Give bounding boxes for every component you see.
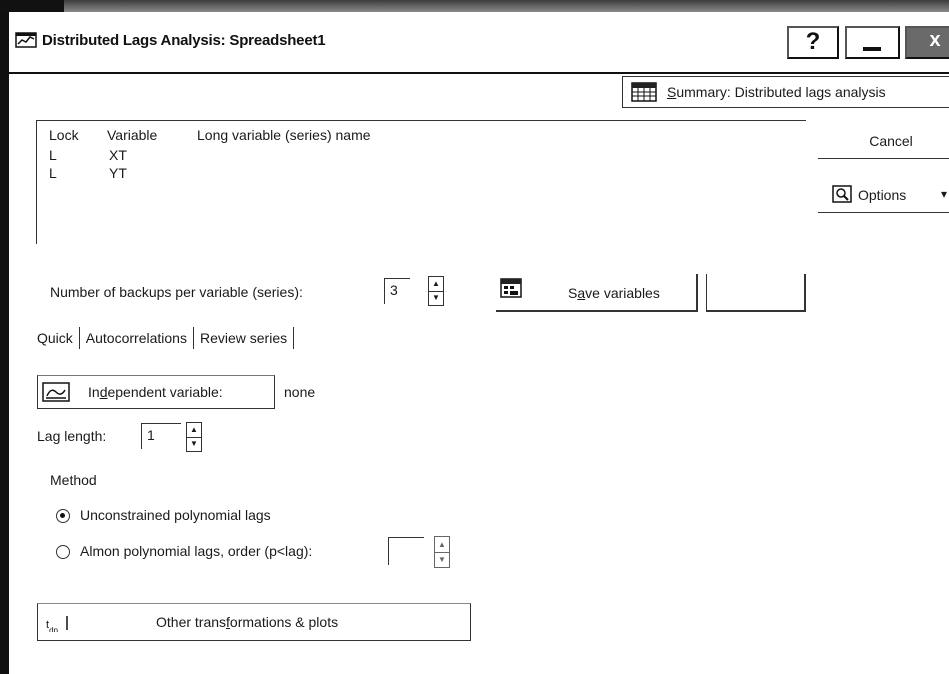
save-variables-button[interactable]: Save variables bbox=[496, 274, 698, 312]
variables-icon bbox=[42, 382, 70, 402]
spinner-up-icon[interactable]: ▲ bbox=[435, 537, 449, 553]
backups-spinner[interactable]: ▲ ▼ bbox=[428, 276, 444, 306]
spinner-up-icon[interactable]: ▲ bbox=[429, 277, 443, 292]
tab-strip: Quick Autocorrelations Review series bbox=[37, 326, 295, 350]
minimize-button[interactable] bbox=[845, 26, 900, 59]
independent-variable-button[interactable]: Independent variable: bbox=[37, 375, 275, 409]
save-variables-label: Save variables bbox=[568, 285, 660, 301]
backups-label: Number of backups per variable (series): bbox=[50, 284, 303, 300]
spinner-down-icon[interactable]: ▼ bbox=[435, 552, 449, 567]
summary-button-label: Summary: Distributed lags analysis bbox=[667, 84, 886, 100]
dialog-screen: Distributed Lags Analysis: Spreadsheet1 … bbox=[0, 0, 949, 674]
almon-order-input[interactable] bbox=[388, 537, 424, 565]
blank-button[interactable] bbox=[706, 274, 806, 312]
method-label: Method bbox=[50, 472, 97, 488]
column-header-long-name: Long variable (series) name bbox=[197, 127, 371, 143]
title-bar[interactable]: Distributed Lags Analysis: Spreadsheet1 … bbox=[9, 12, 949, 74]
row-2-lock[interactable]: L bbox=[49, 165, 57, 181]
almon-radio[interactable] bbox=[56, 545, 70, 559]
close-button[interactable]: x bbox=[905, 26, 949, 59]
help-button[interactable]: ? bbox=[787, 26, 839, 59]
app-icon bbox=[15, 32, 37, 48]
spreadsheet-icon bbox=[631, 82, 657, 102]
spinner-down-icon[interactable]: ▼ bbox=[187, 437, 201, 451]
row-2-variable[interactable]: YT bbox=[109, 165, 127, 181]
column-header-lock: Lock bbox=[49, 127, 79, 143]
minimize-icon bbox=[863, 47, 881, 51]
options-button[interactable]: Options ▾ bbox=[818, 179, 949, 213]
options-magnifier-icon bbox=[832, 185, 852, 203]
other-transformations-button[interactable]: tdp Other transformations & plots bbox=[37, 603, 471, 641]
save-variables-icon bbox=[500, 278, 522, 298]
independent-variable-value: none bbox=[284, 384, 316, 400]
window-title: Distributed Lags Analysis: Spreadsheet1 bbox=[42, 32, 326, 49]
lag-length-label: Lag length: bbox=[37, 428, 107, 444]
unconstrained-label[interactable]: Unconstrained polynomial lags bbox=[80, 507, 271, 523]
almon-order-spinner[interactable]: ▲ ▼ bbox=[434, 536, 450, 568]
transform-icon: tdp bbox=[46, 616, 68, 632]
tab-review-series[interactable]: Review series bbox=[194, 327, 295, 349]
backups-input[interactable]: 3 bbox=[384, 278, 410, 304]
lag-length-input[interactable]: 1 bbox=[141, 423, 181, 449]
row-1-lock[interactable]: L bbox=[49, 147, 57, 163]
independent-variable-label: Independent variable: bbox=[88, 384, 223, 400]
tab-autocorrelations[interactable]: Autocorrelations bbox=[80, 327, 194, 349]
options-button-label: Options bbox=[858, 187, 907, 203]
spinner-up-icon[interactable]: ▲ bbox=[187, 423, 201, 438]
variables-list[interactable]: Lock Variable Long variable (series) nam… bbox=[36, 120, 806, 244]
row-1-variable[interactable]: XT bbox=[109, 147, 127, 163]
spinner-down-icon[interactable]: ▼ bbox=[429, 291, 443, 305]
other-transformations-label: Other transformations & plots bbox=[156, 614, 339, 630]
cancel-button[interactable]: Cancel bbox=[818, 126, 949, 159]
window-left-edge bbox=[0, 0, 9, 674]
summary-button[interactable]: Summary: Distributed lags analysis bbox=[622, 76, 949, 108]
lag-length-spinner[interactable]: ▲ ▼ bbox=[186, 422, 202, 452]
unconstrained-radio[interactable] bbox=[56, 509, 70, 523]
column-header-variable: Variable bbox=[107, 127, 158, 143]
tab-quick[interactable]: Quick bbox=[37, 327, 80, 349]
svg-text:tdp: tdp bbox=[46, 619, 59, 632]
almon-label[interactable]: Almon polynomial lags, order (p<lag): bbox=[80, 543, 312, 559]
window-top-strip bbox=[0, 0, 949, 12]
chevron-down-icon: ▾ bbox=[941, 187, 948, 201]
